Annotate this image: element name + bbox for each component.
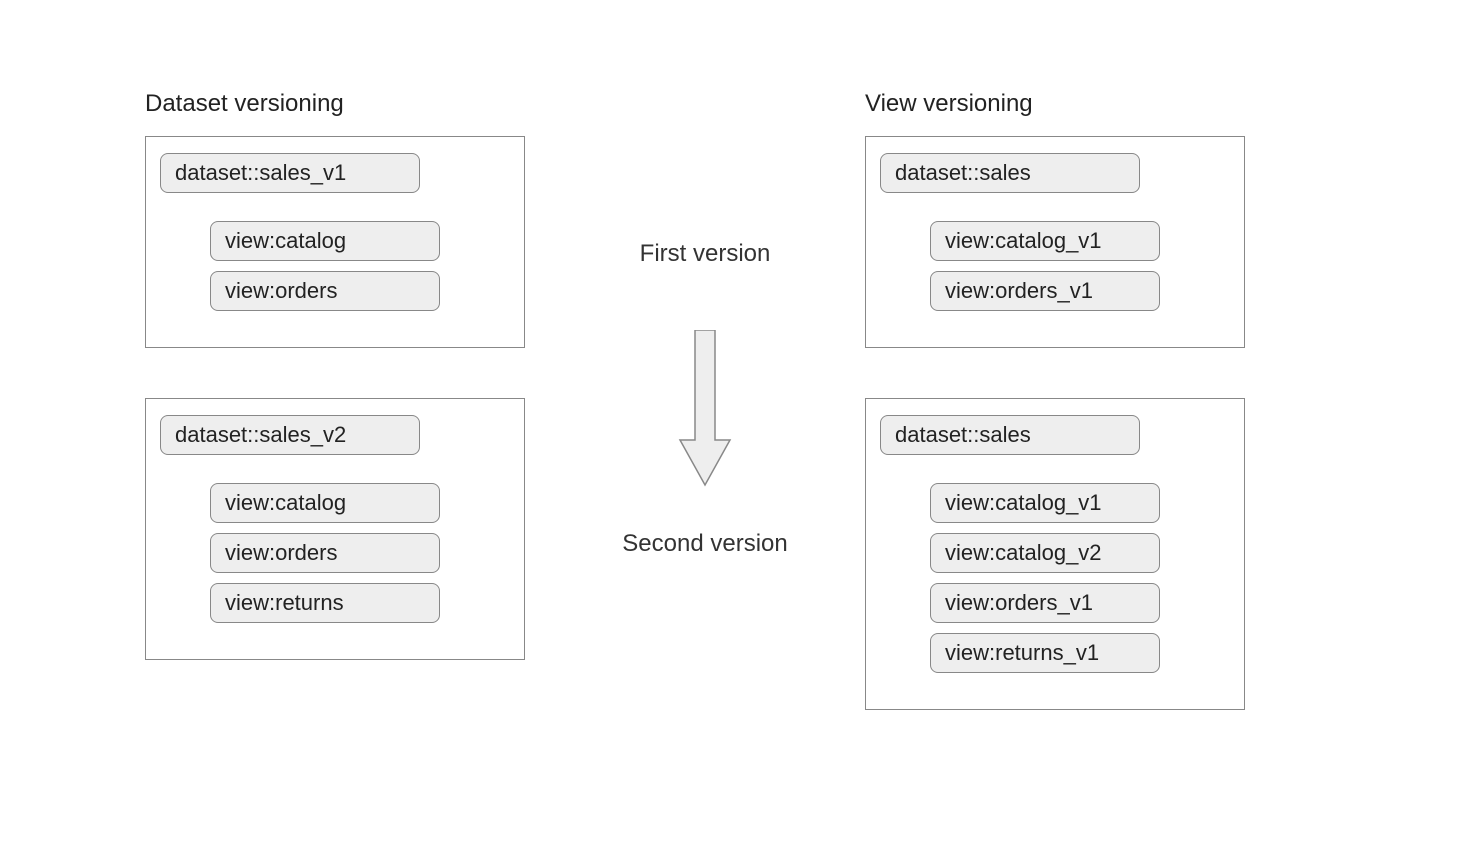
view-pill: view:catalog xyxy=(210,221,440,261)
view-pill: view:catalog_v1 xyxy=(930,483,1160,523)
dataset-versioning-column: Dataset versioning dataset::sales_v1 vie… xyxy=(145,90,525,710)
second-version-label: Second version xyxy=(545,530,865,558)
right-panel-v1: dataset::sales view:catalog_v1 view:orde… xyxy=(865,136,1245,348)
dataset-pill: dataset::sales_v2 xyxy=(160,415,420,455)
dataset-pill: dataset::sales xyxy=(880,153,1140,193)
view-pill: view:orders xyxy=(210,533,440,573)
view-pill: view:orders_v1 xyxy=(930,583,1160,623)
view-versioning-column: View versioning dataset::sales view:cata… xyxy=(865,90,1245,760)
right-heading: View versioning xyxy=(865,90,1245,118)
dataset-pill: dataset::sales_v1 xyxy=(160,153,420,193)
view-pill: view:orders_v1 xyxy=(930,271,1160,311)
down-arrow-icon xyxy=(675,330,735,495)
view-pill: view:orders xyxy=(210,271,440,311)
view-pill: view:catalog_v2 xyxy=(930,533,1160,573)
right-panel-v2: dataset::sales view:catalog_v1 view:cata… xyxy=(865,398,1245,710)
left-panel-v2: dataset::sales_v2 view:catalog view:orde… xyxy=(145,398,525,660)
first-version-label: First version xyxy=(545,240,865,268)
view-pill: view:returns xyxy=(210,583,440,623)
left-panel-v1: dataset::sales_v1 view:catalog view:orde… xyxy=(145,136,525,348)
dataset-pill: dataset::sales xyxy=(880,415,1140,455)
view-pill: view:catalog_v1 xyxy=(930,221,1160,261)
left-heading: Dataset versioning xyxy=(145,90,525,118)
view-pill: view:returns_v1 xyxy=(930,633,1160,673)
view-pill: view:catalog xyxy=(210,483,440,523)
